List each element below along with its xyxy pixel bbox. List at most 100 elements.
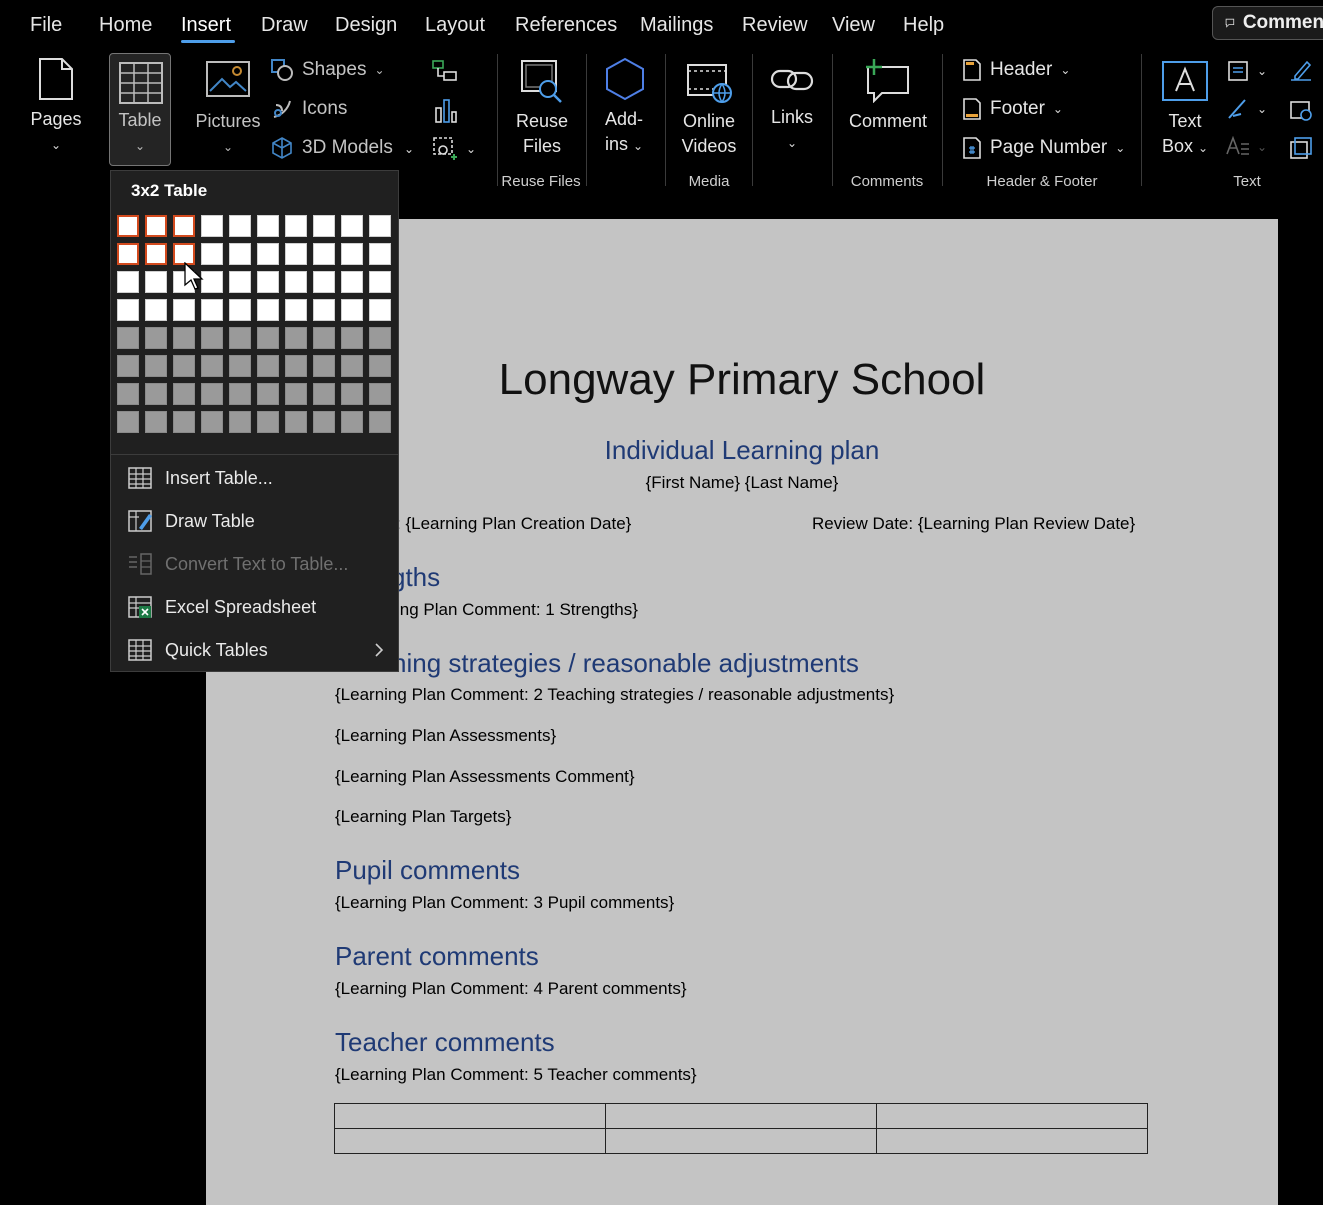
tab-mailings[interactable]: Mailings: [640, 14, 713, 37]
tab-insert[interactable]: Insert: [181, 14, 231, 37]
new-comment-button[interactable]: Comment: [842, 55, 934, 165]
grid-cell[interactable]: [341, 215, 363, 237]
grid-cell[interactable]: [369, 299, 391, 321]
grid-cell[interactable]: [285, 271, 307, 293]
quick-tables-menu-item[interactable]: Quick Tables: [127, 633, 385, 667]
tab-file[interactable]: File: [30, 14, 62, 37]
table-cell[interactable]: [876, 1128, 1148, 1154]
grid-cell[interactable]: [201, 271, 223, 293]
grid-cell[interactable]: [173, 411, 195, 433]
grid-cell[interactable]: [117, 271, 139, 293]
add-ins-button[interactable]: Add- ins ⌄: [596, 55, 652, 165]
grid-cell[interactable]: [369, 215, 391, 237]
grid-cell[interactable]: [145, 355, 167, 377]
grid-cell[interactable]: [341, 243, 363, 265]
object-icon[interactable]: [1289, 136, 1313, 160]
pictures-button[interactable]: Pictures ⌄: [192, 55, 264, 155]
table-button[interactable]: Table ⌄: [109, 53, 171, 166]
tab-review[interactable]: Review: [742, 14, 808, 37]
grid-cell[interactable]: [173, 327, 195, 349]
grid-cell[interactable]: [257, 327, 279, 349]
grid-cell[interactable]: [201, 299, 223, 321]
grid-cell[interactable]: [145, 215, 167, 237]
grid-cell[interactable]: [229, 355, 251, 377]
page-number-button[interactable]: Page Number ⌄: [962, 136, 1125, 160]
grid-cell[interactable]: [229, 327, 251, 349]
grid-cell[interactable]: [313, 411, 335, 433]
grid-cell[interactable]: [173, 299, 195, 321]
links-button[interactable]: Links ⌄: [760, 55, 824, 165]
grid-cell[interactable]: [229, 215, 251, 237]
grid-cell[interactable]: [313, 383, 335, 405]
table-cell[interactable]: [334, 1103, 606, 1129]
grid-cell[interactable]: [341, 411, 363, 433]
tab-home[interactable]: Home: [99, 14, 152, 37]
grid-cell[interactable]: [313, 355, 335, 377]
grid-cell[interactable]: [285, 243, 307, 265]
tab-view[interactable]: View: [832, 14, 875, 37]
grid-cell[interactable]: [145, 383, 167, 405]
grid-cell[interactable]: [145, 299, 167, 321]
grid-cell[interactable]: [145, 327, 167, 349]
screenshot-icon[interactable]: [432, 136, 460, 162]
grid-cell[interactable]: [145, 243, 167, 265]
pages-button[interactable]: Pages ⌄: [20, 55, 92, 155]
grid-cell[interactable]: [117, 215, 139, 237]
grid-cell[interactable]: [257, 299, 279, 321]
grid-cell[interactable]: [201, 243, 223, 265]
table-cell[interactable]: [605, 1128, 877, 1154]
grid-cell[interactable]: [117, 411, 139, 433]
grid-cell[interactable]: [201, 411, 223, 433]
comments-button[interactable]: Comments: [1212, 6, 1323, 40]
table-cell[interactable]: [334, 1128, 606, 1154]
grid-cell[interactable]: [201, 215, 223, 237]
grid-cell[interactable]: [369, 243, 391, 265]
grid-cell[interactable]: [145, 271, 167, 293]
grid-cell[interactable]: [341, 355, 363, 377]
grid-cell[interactable]: [285, 383, 307, 405]
grid-cell[interactable]: [229, 243, 251, 265]
grid-cell[interactable]: [257, 411, 279, 433]
grid-cell[interactable]: [117, 327, 139, 349]
tab-layout[interactable]: Layout: [425, 14, 485, 37]
wordart-icon[interactable]: [1227, 98, 1249, 120]
grid-cell[interactable]: [285, 355, 307, 377]
table-cell[interactable]: [876, 1103, 1148, 1129]
grid-cell[interactable]: [229, 411, 251, 433]
icons-button[interactable]: Icons: [270, 97, 347, 121]
grid-cell[interactable]: [369, 355, 391, 377]
grid-cell[interactable]: [285, 299, 307, 321]
grid-cell[interactable]: [257, 215, 279, 237]
text-box-button[interactable]: Text Box ⌄: [1150, 55, 1220, 165]
grid-cell[interactable]: [313, 243, 335, 265]
grid-cell[interactable]: [117, 383, 139, 405]
grid-cell[interactable]: [201, 383, 223, 405]
inserted-table[interactable]: [334, 1103, 1148, 1154]
tab-references[interactable]: References: [515, 14, 617, 37]
grid-cell[interactable]: [145, 411, 167, 433]
online-videos-button[interactable]: Online Videos: [672, 55, 746, 165]
grid-cell[interactable]: [257, 383, 279, 405]
date-time-icon[interactable]: [1289, 98, 1313, 122]
grid-cell[interactable]: [117, 355, 139, 377]
grid-cell[interactable]: [285, 327, 307, 349]
footer-button[interactable]: Footer ⌄: [962, 97, 1063, 121]
grid-cell[interactable]: [369, 411, 391, 433]
grid-cell[interactable]: [117, 243, 139, 265]
signature-line-icon[interactable]: [1289, 58, 1313, 82]
3d-models-button[interactable]: 3D Models: [270, 136, 393, 160]
grid-cell[interactable]: [285, 411, 307, 433]
shapes-button[interactable]: Shapes ⌄: [270, 58, 385, 82]
grid-cell[interactable]: [173, 215, 195, 237]
grid-cell[interactable]: [201, 355, 223, 377]
grid-cell[interactable]: [341, 383, 363, 405]
grid-cell[interactable]: [341, 271, 363, 293]
insert-table-menu-item[interactable]: Insert Table...: [127, 461, 273, 495]
table-cell[interactable]: [605, 1103, 877, 1129]
grid-cell[interactable]: [257, 355, 279, 377]
grid-cell[interactable]: [229, 383, 251, 405]
grid-cell[interactable]: [257, 243, 279, 265]
chart-icon[interactable]: [434, 98, 458, 124]
grid-cell[interactable]: [229, 271, 251, 293]
tab-draw[interactable]: Draw: [261, 14, 308, 37]
